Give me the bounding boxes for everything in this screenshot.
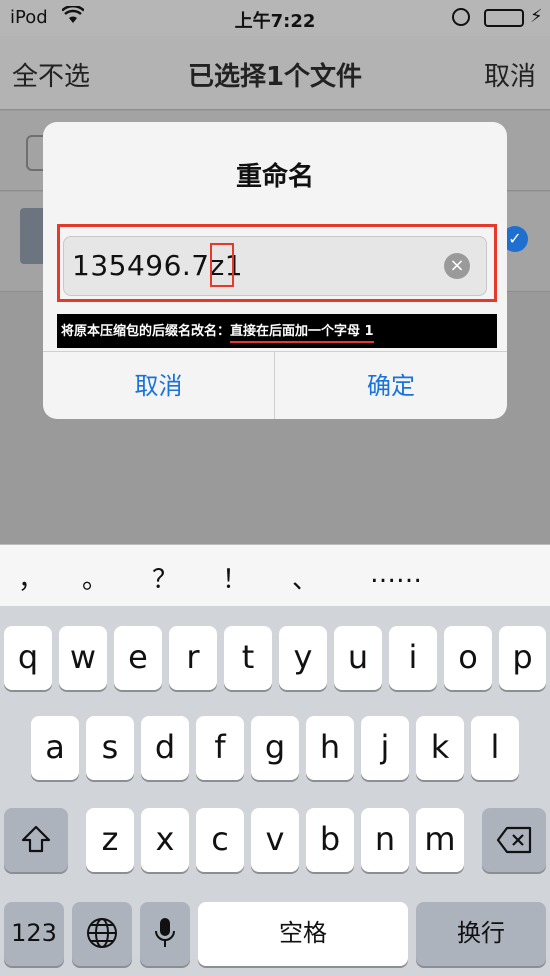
battery-icon: [484, 9, 524, 27]
nav-bar: 全不选 已选择1个文件 取消: [0, 36, 550, 110]
key-g[interactable]: g: [251, 716, 299, 780]
key-n[interactable]: n: [361, 808, 409, 872]
keyboard: q w e r t y u i o p a s d f g h j k l z …: [0, 606, 550, 976]
key-r[interactable]: r: [169, 626, 217, 690]
cancel-button[interactable]: 取消: [43, 352, 275, 419]
key-u[interactable]: u: [334, 626, 382, 690]
dialog-buttons: 取消 确定: [43, 351, 507, 419]
highlight-box: [210, 243, 234, 287]
key-s[interactable]: s: [86, 716, 134, 780]
backspace-icon: [496, 826, 532, 854]
clear-icon[interactable]: ×: [444, 253, 470, 279]
microphone-icon: [155, 918, 175, 947]
key-v[interactable]: v: [251, 808, 299, 872]
shift-key[interactable]: [4, 808, 68, 872]
globe-icon: [87, 918, 117, 948]
key-q[interactable]: q: [4, 626, 52, 690]
suggestion-item[interactable]: ，: [18, 559, 44, 596]
rename-dialog: 重命名 135496.7z1 × 将原本压缩包的后缀名改名：直接在后面加一个字母…: [43, 122, 507, 419]
key-l[interactable]: l: [471, 716, 519, 780]
hint-text: 将原本压缩包的后缀名改名：: [61, 324, 231, 339]
key-t[interactable]: t: [224, 626, 272, 690]
key-y[interactable]: y: [279, 626, 327, 690]
suggestion-item[interactable]: ！: [222, 559, 248, 596]
key-k[interactable]: k: [416, 716, 464, 780]
key-i[interactable]: i: [389, 626, 437, 690]
charging-icon: ⚡: [530, 6, 543, 27]
suggestion-item[interactable]: ……: [370, 559, 422, 589]
instruction-caption: 将原本压缩包的后缀名改名：直接在后面加一个字母 1: [57, 314, 497, 348]
key-a[interactable]: a: [31, 716, 79, 780]
key-p[interactable]: p: [499, 626, 546, 690]
key-m[interactable]: m: [416, 808, 464, 872]
nav-cancel-button[interactable]: 取消: [484, 56, 536, 93]
return-key[interactable]: 换行: [416, 902, 546, 966]
key-h[interactable]: h: [306, 716, 354, 780]
key-o[interactable]: o: [444, 626, 492, 690]
suggestion-item[interactable]: 。: [82, 559, 108, 596]
suggestion-item[interactable]: 、: [292, 559, 318, 596]
key-w[interactable]: w: [59, 626, 107, 690]
key-x[interactable]: x: [141, 808, 189, 872]
dialog-title: 重命名: [235, 162, 314, 192]
key-b[interactable]: b: [306, 808, 354, 872]
page-title: 已选择1个文件: [187, 62, 363, 92]
orientation-lock-icon: [452, 8, 470, 26]
filename-input[interactable]: 135496.7z1 ×: [63, 236, 487, 296]
backspace-key[interactable]: [482, 808, 546, 872]
key-e[interactable]: e: [114, 626, 162, 690]
numbers-key[interactable]: 123: [4, 902, 64, 966]
key-d[interactable]: d: [141, 716, 189, 780]
key-f[interactable]: f: [196, 716, 244, 780]
suggestion-bar: ， 。 ？ ！ 、 ……: [0, 544, 550, 606]
space-key[interactable]: 空格: [198, 902, 408, 966]
confirm-button[interactable]: 确定: [275, 352, 507, 419]
hint-emphasis: 直接在后面加一个字母 1: [230, 320, 374, 343]
key-c[interactable]: c: [196, 808, 244, 872]
dictation-key[interactable]: [140, 902, 190, 966]
key-j[interactable]: j: [361, 716, 409, 780]
status-bar: iPod 上午7:22 ⚡: [0, 0, 550, 36]
suggestion-item[interactable]: ？: [152, 559, 178, 596]
globe-key[interactable]: [72, 902, 132, 966]
shift-icon: [21, 825, 51, 853]
key-z[interactable]: z: [86, 808, 134, 872]
